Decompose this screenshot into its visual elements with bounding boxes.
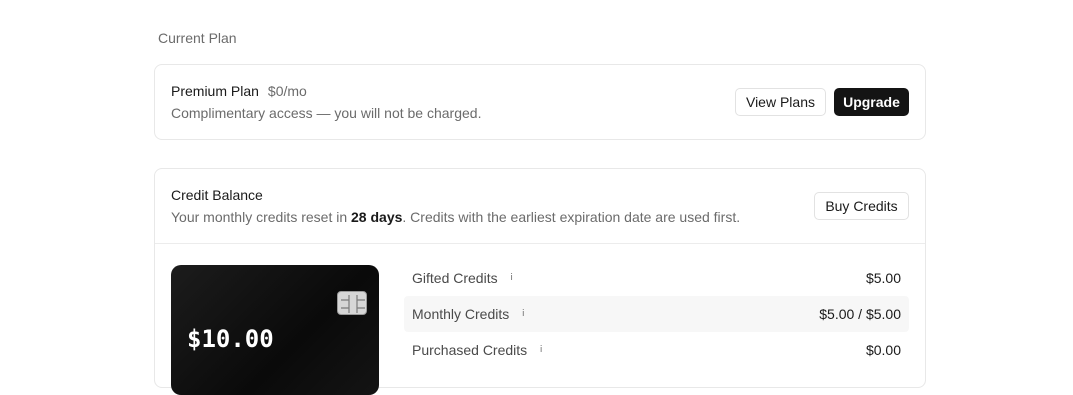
credit-header: Credit Balance Your monthly credits rese… xyxy=(155,169,925,244)
info-icon[interactable]: i xyxy=(506,272,518,284)
credit-row-monthly: Monthly Credits i $5.00 / $5.00 xyxy=(404,296,909,332)
plan-price: $0/mo xyxy=(267,83,307,99)
credit-title: Credit Balance xyxy=(171,187,263,203)
credit-balance-card: Credit Balance Your monthly credits rese… xyxy=(154,168,926,395)
info-icon[interactable]: i xyxy=(517,308,529,320)
current-plan-card: Premium Plan $0/mo Complimentary access … xyxy=(154,64,926,140)
view-plans-button[interactable]: View Plans xyxy=(735,88,826,116)
credit-desc-prefix: Your monthly credits reset in xyxy=(171,209,352,225)
credit-row-label: Purchased Credits xyxy=(412,342,528,358)
credit-row-label: Monthly Credits xyxy=(412,306,510,322)
balance-card: $10.00 xyxy=(171,265,379,395)
info-icon[interactable]: i xyxy=(535,344,547,356)
card-chip-icon xyxy=(337,291,367,315)
balance-amount: $10.00 xyxy=(187,325,274,353)
credit-row-label: Gifted Credits xyxy=(412,270,498,286)
credit-description: Your monthly credits reset in 28 days. C… xyxy=(171,209,740,225)
credit-row-gifted: Gifted Credits i $5.00 xyxy=(404,260,909,296)
section-title: Current Plan xyxy=(158,30,237,46)
buy-credits-button[interactable]: Buy Credits xyxy=(814,192,909,220)
plan-description: Complimentary access — you will not be c… xyxy=(171,105,482,121)
credit-rows: Gifted Credits i $5.00 Monthly Credits i… xyxy=(404,260,909,368)
credit-desc-suffix: . Credits with the earliest expiration d… xyxy=(402,209,741,225)
reset-days: 28 days xyxy=(351,209,403,225)
credit-row-value: $5.00 / $5.00 xyxy=(819,306,901,322)
credit-row-value: $5.00 xyxy=(865,270,901,286)
upgrade-button[interactable]: Upgrade xyxy=(834,88,909,116)
credit-row-value: $0.00 xyxy=(865,342,901,358)
plan-header: Premium Plan $0/mo xyxy=(171,83,307,99)
plan-name: Premium Plan xyxy=(171,83,259,99)
